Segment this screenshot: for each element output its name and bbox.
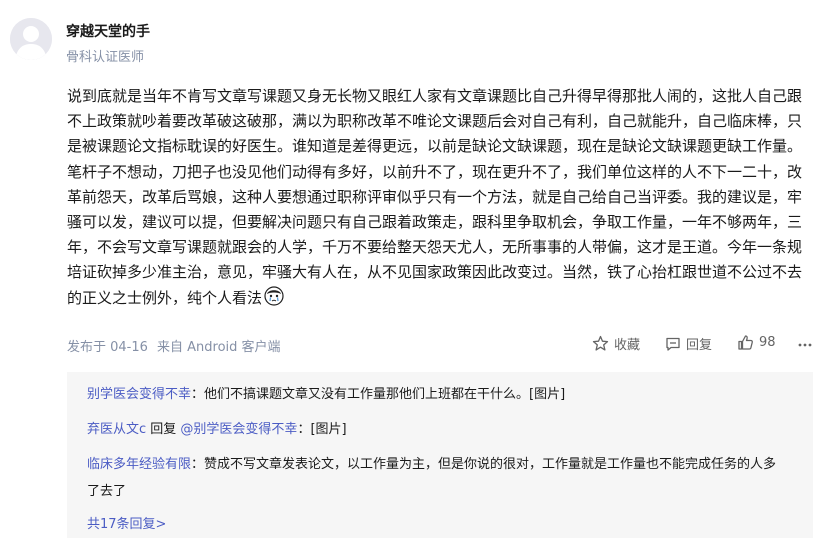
like-button[interactable]: 98 bbox=[737, 334, 776, 351]
comment-text: 说到底就是当年不肯写文章写课题又身无长物又眼红人家有文章课题比自己升得早得那批人… bbox=[67, 87, 803, 307]
reply-keyword: 回复 bbox=[146, 422, 181, 437]
comment-icon bbox=[665, 336, 681, 352]
reply-username[interactable]: 别学医会变得不幸 bbox=[87, 387, 191, 402]
reply-mention[interactable]: @别学医会变得不幸 bbox=[180, 422, 297, 437]
thumbs-up-icon bbox=[737, 334, 754, 351]
reply-item: 别学医会变得不幸：他们不搞课题文章又没有工作量那他们上班都在干什么。[图片] bbox=[87, 381, 787, 408]
more-options-button[interactable] bbox=[797, 336, 813, 352]
author-name[interactable]: 穿越天堂的手 bbox=[66, 21, 150, 41]
comment-meta: 发布于 04-16 来自 Android 客户端 收藏 回复 98 bbox=[67, 334, 817, 355]
crying-face-emoji-icon bbox=[264, 286, 284, 306]
favorite-label: 收藏 bbox=[614, 338, 641, 353]
like-count: 98 bbox=[759, 335, 776, 350]
reply-separator: ： bbox=[297, 422, 311, 437]
post-source: 来自 Android 客户端 bbox=[157, 340, 281, 355]
view-all-replies-link[interactable]: 共17条回复> bbox=[87, 513, 166, 532]
default-avatar-icon[interactable] bbox=[10, 18, 52, 60]
reply-item: 临床多年经验有限：赞成不写文章发表论文，以工作量为主，但是你说的很对，工作量就是… bbox=[87, 451, 787, 505]
reply-label: 回复 bbox=[686, 338, 713, 353]
favorite-button[interactable]: 收藏 bbox=[592, 334, 640, 353]
reply-separator: ： bbox=[191, 457, 205, 472]
post-time: 发布于 04-16 bbox=[67, 340, 148, 355]
reply-username[interactable]: 临床多年经验有限 bbox=[87, 457, 191, 472]
comment-body: 说到底就是当年不肯写文章写课题又身无长物又眼红人家有文章课题比自己升得早得那批人… bbox=[67, 84, 805, 311]
reply-button[interactable]: 回复 bbox=[665, 334, 712, 353]
more-dots-icon bbox=[797, 336, 813, 352]
reply-separator: ： bbox=[191, 387, 205, 402]
star-icon bbox=[592, 335, 609, 352]
author-badge: 骨科认证医师 bbox=[66, 50, 145, 65]
reply-text: 他们不搞课题文章又没有工作量那他们上班都在干什么。[图片] bbox=[204, 387, 566, 402]
reply-username[interactable]: 弃医从文c bbox=[87, 422, 146, 437]
reply-list: 别学医会变得不幸：他们不搞课题文章又没有工作量那他们上班都在干什么。[图片] 弃… bbox=[67, 372, 813, 538]
reply-text: [图片] bbox=[310, 422, 347, 437]
reply-item: 弃医从文c 回复 @别学医会变得不幸：[图片] bbox=[87, 416, 787, 443]
